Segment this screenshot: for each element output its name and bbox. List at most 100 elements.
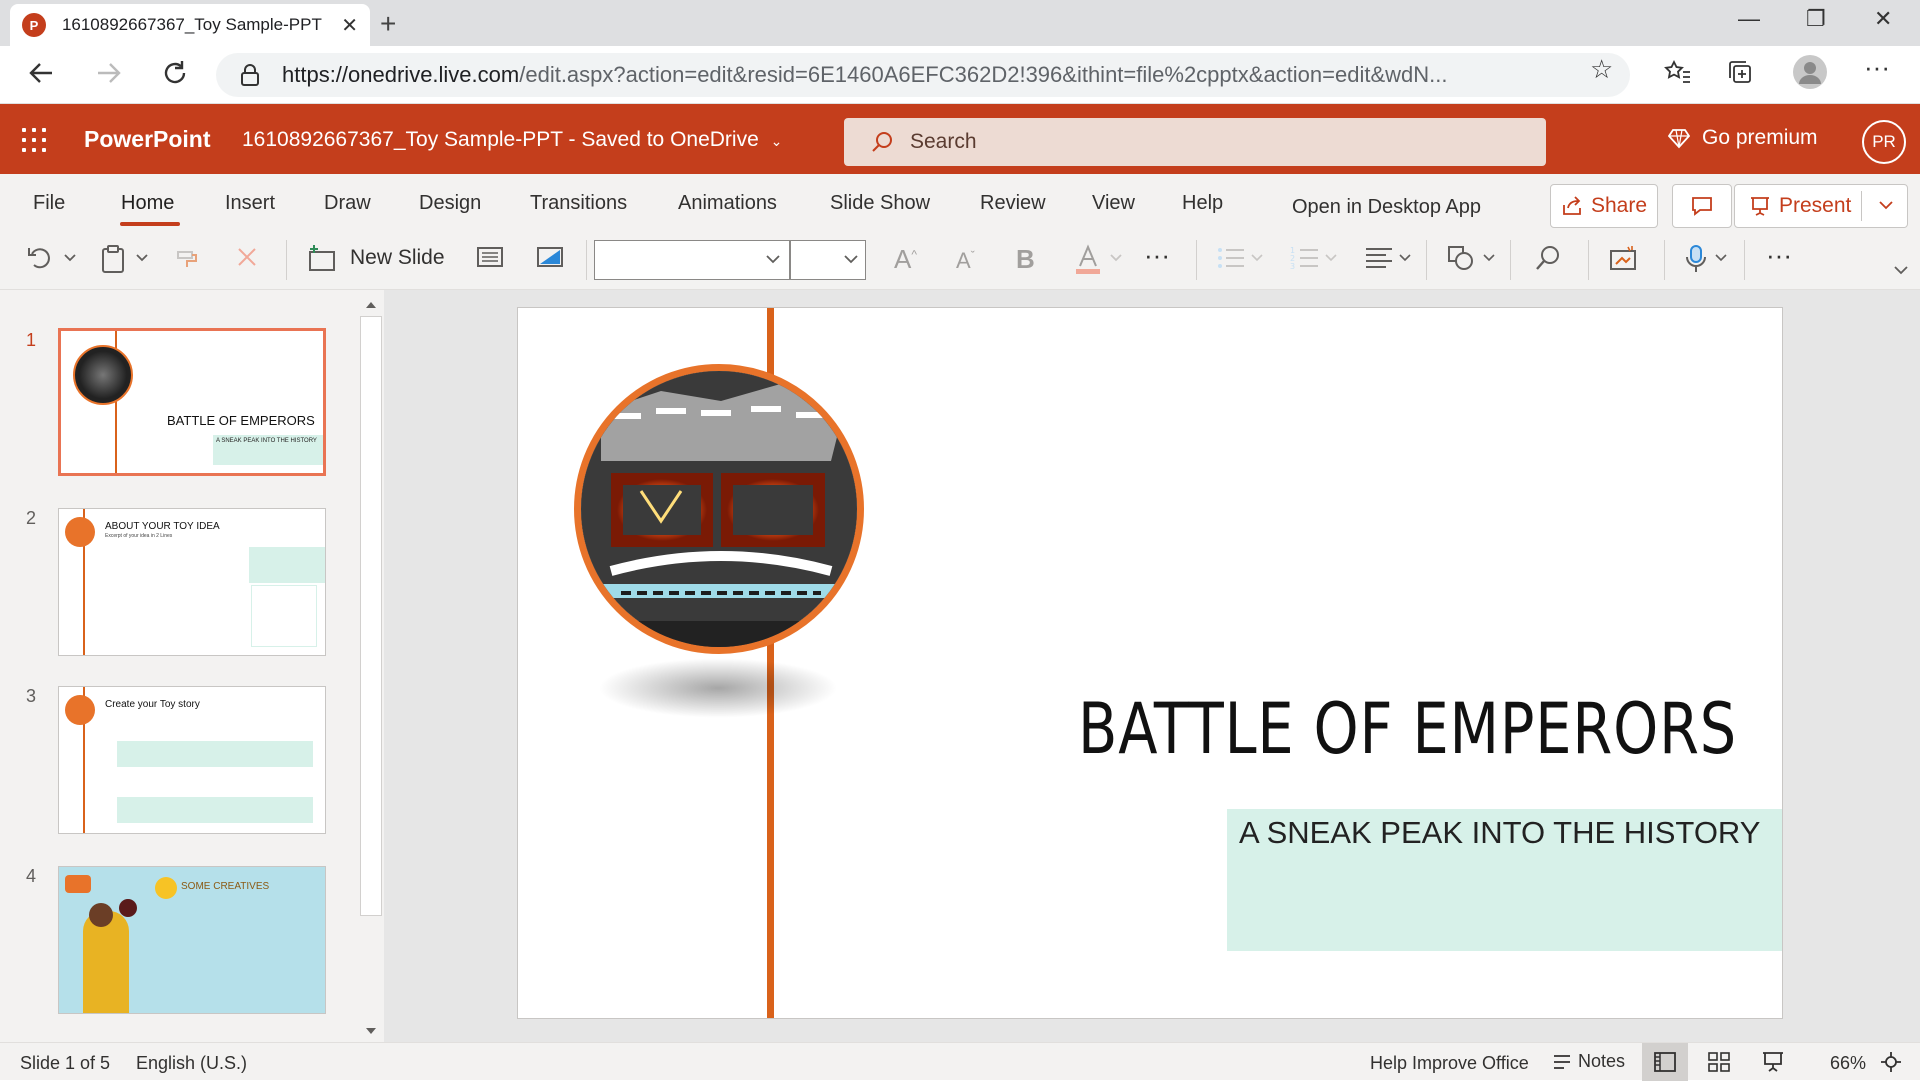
tab-transitions[interactable]: Transitions (530, 192, 627, 215)
chevron-down-icon (843, 249, 859, 269)
tab-view[interactable]: View (1092, 192, 1135, 215)
decrease-font-size-icon[interactable]: Aˇ (956, 248, 975, 274)
tab-review[interactable]: Review (980, 192, 1046, 215)
slide-subtitle[interactable]: A SNEAK PEAK INTO THE HISTORY (1239, 815, 1760, 851)
zoom-level[interactable]: 66% (1830, 1053, 1866, 1074)
slide-subtitle-box[interactable]: A SNEAK PEAK INTO THE HISTORY (1227, 809, 1782, 951)
slide-title[interactable]: BATTLE OF EMPERORS (1078, 688, 1736, 770)
notes-button[interactable]: Notes (1552, 1051, 1625, 1072)
font-color-icon[interactable] (1074, 244, 1102, 276)
share-button[interactable]: Share (1550, 184, 1658, 228)
new-slide-button[interactable]: New Slide (350, 246, 445, 270)
thumbnail-scrollbar[interactable] (358, 296, 384, 1040)
window-close-icon[interactable]: ✕ (1874, 6, 1892, 32)
app-launcher-icon[interactable] (22, 128, 46, 152)
chevron-down-icon[interactable] (1877, 193, 1895, 217)
paste-icon[interactable] (100, 244, 126, 274)
numbering-icon[interactable]: 123 (1290, 244, 1340, 272)
delete-icon[interactable] (234, 244, 260, 270)
logo-shadow (598, 658, 838, 718)
slide-canvas[interactable]: BATTLE OF EMPERORS A SNEAK PEAK INTO THE… (517, 307, 1783, 1019)
align-icon[interactable] (1364, 244, 1416, 272)
slide-thumbnail-4[interactable]: SOME CREATIVES (58, 866, 326, 1014)
paste-dropdown-icon[interactable] (134, 248, 150, 268)
open-in-desktop-app-button[interactable]: Open in Desktop App (1292, 196, 1481, 219)
tab-title: 1610892667367_Toy Sample-PPT (61, 15, 322, 34)
more-font-options-icon[interactable]: ··· (1144, 240, 1170, 271)
layout-icon[interactable] (476, 244, 504, 270)
battle-of-emperors-logo[interactable] (574, 364, 864, 654)
slide-number: 2 (26, 508, 37, 528)
scroll-up-icon[interactable] (365, 300, 377, 310)
tab-animations[interactable]: Animations (678, 192, 777, 215)
go-premium-button[interactable]: Go premium (1668, 126, 1818, 150)
slide-thumbnail-2[interactable]: ABOUT YOUR TOY IDEA Excerpt of your idea… (58, 508, 326, 656)
fit-to-window-icon[interactable] (1880, 1051, 1902, 1073)
tab-design[interactable]: Design (419, 192, 481, 215)
tab-slide-show[interactable]: Slide Show (830, 192, 930, 215)
slide-thumbnail-3[interactable]: Create your Toy story (58, 686, 326, 834)
present-button[interactable]: Present (1734, 184, 1908, 228)
normal-view-button[interactable] (1642, 1043, 1688, 1081)
slide-thumbnail-1[interactable]: BATTLE OF EMPERORS A SNEAK PEAK INTO THE… (58, 328, 326, 476)
address-bar-row: https://onedrive.live.com/edit.aspx?acti… (0, 46, 1920, 104)
lock-icon[interactable] (240, 63, 260, 87)
restore-icon[interactable]: ❐ (1806, 6, 1826, 32)
app-name[interactable]: PowerPoint (84, 126, 211, 153)
go-premium-label: Go premium (1702, 126, 1818, 149)
design-ideas-icon[interactable] (536, 244, 564, 270)
bold-button[interactable]: B (1016, 244, 1035, 275)
find-icon[interactable] (1534, 244, 1562, 272)
refresh-icon[interactable] (160, 58, 190, 88)
search-box[interactable]: Search (844, 118, 1546, 166)
forward-icon[interactable] (94, 58, 124, 88)
collections-icon[interactable] (1726, 58, 1754, 86)
browser-tab[interactable]: P 1610892667367_Toy Sample-PPT ✕ (10, 4, 370, 46)
favorites-icon[interactable] (1664, 58, 1692, 86)
ribbon-tabs: File Home Insert Draw Design Transitions… (0, 174, 1920, 230)
toy-logo-icon (65, 695, 95, 725)
help-improve-office-link[interactable]: Help Improve Office (1370, 1053, 1529, 1074)
slide-sorter-icon[interactable] (1708, 1052, 1730, 1072)
format-painter-icon[interactable] (174, 244, 202, 272)
new-tab-icon[interactable]: + (380, 8, 396, 40)
tab-close-icon[interactable]: ✕ (341, 13, 358, 38)
more-options-icon[interactable]: ··· (1766, 240, 1792, 271)
slide-counter: Slide 1 of 5 (20, 1053, 111, 1073)
expand-ribbon-icon[interactable] (1892, 260, 1910, 280)
browser-menu-icon[interactable]: ··· (1864, 52, 1890, 83)
url-field[interactable]: https://onedrive.live.com/edit.aspx?acti… (216, 53, 1630, 97)
font-size-dropdown[interactable] (790, 240, 866, 280)
minimize-icon[interactable]: — (1738, 6, 1760, 32)
user-avatar[interactable]: PR (1862, 120, 1906, 164)
toy-logo-icon (65, 517, 95, 547)
tab-insert[interactable]: Insert (225, 192, 275, 215)
person-image (83, 911, 129, 1013)
present-label: Present (1779, 194, 1852, 217)
scrollbar-thumb[interactable] (360, 316, 382, 916)
bullets-icon[interactable] (1216, 244, 1266, 272)
font-family-dropdown[interactable] (594, 240, 790, 280)
increase-font-size-icon[interactable]: A^ (894, 244, 917, 275)
url-path: /edit.aspx?action=edit&resid=6E1460A6EFC… (519, 62, 1448, 87)
profile-avatar-icon[interactable] (1792, 54, 1828, 90)
slide-thumbnail-pane: 1 BATTLE OF EMPERORS A SNEAK PEAK INTO T… (0, 290, 384, 1042)
font-color-dropdown-icon[interactable] (1108, 248, 1124, 268)
tab-help[interactable]: Help (1182, 192, 1223, 215)
undo-dropdown-icon[interactable] (62, 248, 78, 268)
scroll-down-icon[interactable] (365, 1026, 377, 1036)
document-title[interactable]: 1610892667367_Toy Sample-PPT - Saved to … (242, 128, 782, 152)
language-indicator[interactable]: English (U.S.) (136, 1053, 247, 1074)
dictate-icon[interactable] (1684, 244, 1732, 274)
shapes-icon[interactable] (1446, 244, 1500, 272)
tab-file[interactable]: File (33, 192, 65, 215)
undo-icon[interactable] (26, 244, 52, 272)
tab-draw[interactable]: Draw (324, 192, 371, 215)
tab-home[interactable]: Home (121, 192, 174, 215)
comments-button[interactable] (1672, 184, 1732, 228)
designer-icon[interactable] (1608, 244, 1638, 272)
new-slide-icon[interactable] (306, 244, 336, 272)
reading-view-icon[interactable] (1762, 1051, 1784, 1073)
back-icon[interactable] (26, 58, 56, 88)
favorite-star-icon[interactable]: ☆ (1590, 54, 1613, 85)
